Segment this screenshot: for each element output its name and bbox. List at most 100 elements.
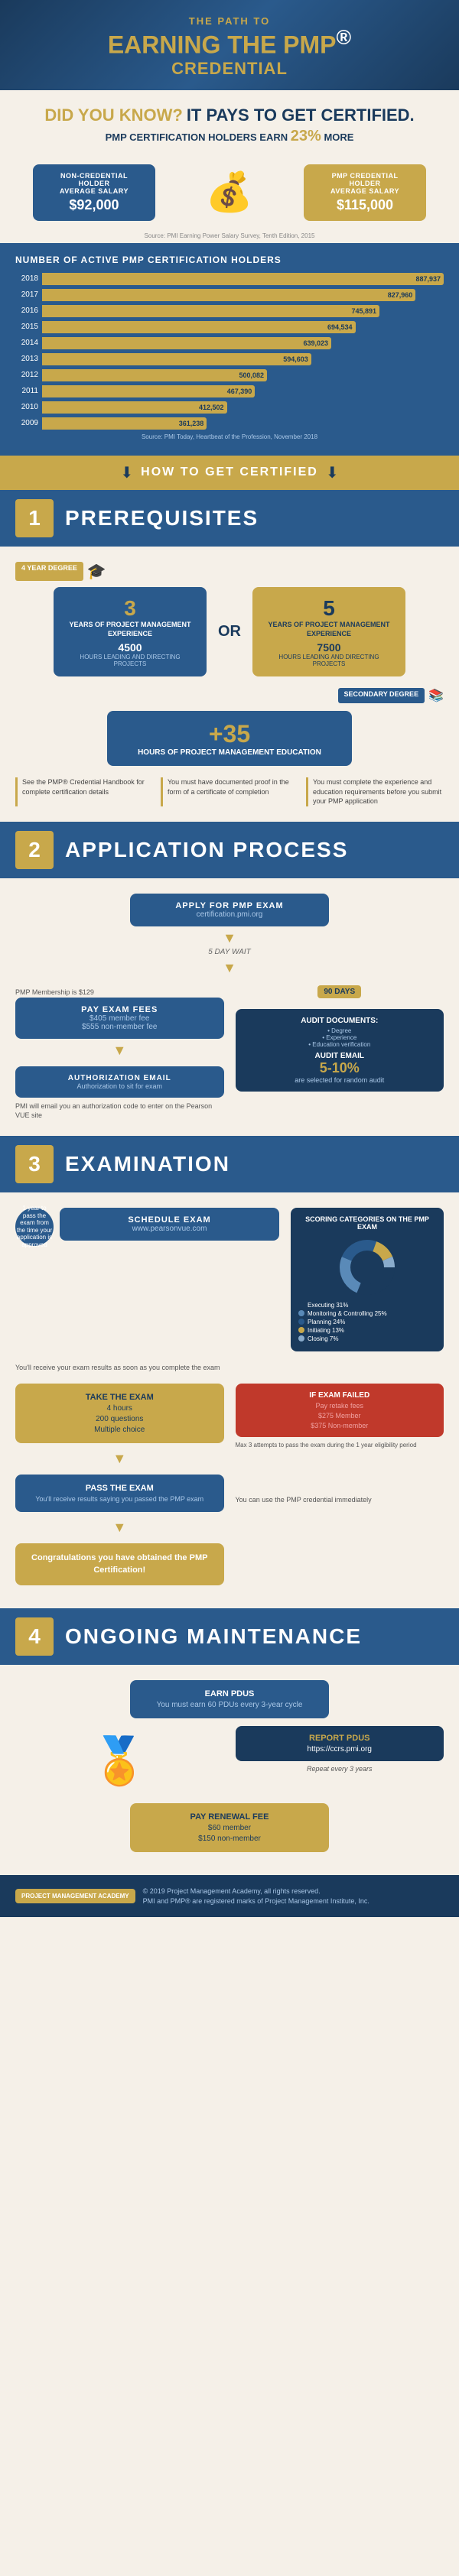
did-you-know-section: DID YOU KNOW? IT PAYS TO GET CERTIFIED. … bbox=[0, 90, 459, 153]
take-exam-detail2: 200 questions bbox=[24, 1415, 215, 1423]
prereq-notes: See the PMP® Credential Handbook for com… bbox=[15, 777, 444, 806]
prereq-note-2: You must have documented proof in the fo… bbox=[161, 777, 298, 806]
bar-value: 827,960 bbox=[388, 291, 413, 299]
secondary-box: 5 YEARS OF PROJECT MANAGEMENT EXPERIENCE… bbox=[252, 587, 405, 676]
maint-right: REPORT PDUs https://ccrs.pmi.org Repeat … bbox=[236, 1726, 444, 1773]
bar-value: 467,390 bbox=[227, 388, 252, 395]
congrats-box: Congratulations you have obtained the PM… bbox=[15, 1543, 224, 1585]
section2-header: 2 APPLICATION PROCESS bbox=[0, 822, 459, 878]
header-sup: ® bbox=[337, 26, 352, 49]
score-legend: Executing 31% Monitoring & Controlling 2… bbox=[298, 1302, 436, 1342]
secondary-label: YEARS OF PROJECT MANAGEMENT EXPERIENCE bbox=[262, 621, 396, 638]
donut-container bbox=[298, 1237, 436, 1298]
section3-num: 3 bbox=[15, 1145, 54, 1183]
flow-split: PMP Membership is $129 PAY EXAM FEES $40… bbox=[15, 984, 444, 1121]
pmp-credential-sublabel: AVERAGE SALARY bbox=[315, 187, 415, 195]
exam-top: 1 year to pass the exam from the time yo… bbox=[15, 1208, 444, 1351]
audit-docs-items: • Degree• Experience• Education verifica… bbox=[243, 1027, 437, 1048]
salary-source: Source: PMI Earning Power Salary Survey,… bbox=[0, 232, 459, 243]
bar-fill: 745,891 bbox=[42, 305, 379, 317]
or-divider: OR bbox=[214, 623, 245, 641]
secondary-degree-tag: SECONDARY DEGREE bbox=[338, 688, 425, 703]
legend-executing: Executing 31% bbox=[298, 1302, 436, 1309]
fail-title: IF EXAM FAILED bbox=[243, 1391, 437, 1400]
header-credential: CREDENTIAL bbox=[11, 59, 448, 79]
bar-row: 2015 694,534 bbox=[15, 321, 444, 333]
bar-fill: 694,534 bbox=[42, 321, 356, 333]
prereq-row: 3 YEARS OF PROJECT MANAGEMENT EXPERIENCE… bbox=[15, 587, 444, 676]
pass-box: PASS THE EXAM You'll receive results say… bbox=[15, 1475, 224, 1512]
bar-value: 361,238 bbox=[179, 420, 204, 427]
bar-year: 2017 bbox=[15, 290, 38, 299]
non-credential-box: NON-CREDENTIAL HOLDER AVERAGE SALARY $92… bbox=[33, 164, 155, 221]
take-exam-box: TAKE THE EXAM 4 hours 200 questions Mult… bbox=[15, 1384, 224, 1443]
audit-email-box: AUDIT DOCUMENTS: • Degree• Experience• E… bbox=[236, 1009, 444, 1092]
bar-value: 745,891 bbox=[351, 307, 376, 315]
how-header: ⬇ HOW TO GET CERTIFIED ⬇ bbox=[0, 456, 459, 490]
fail-box: IF EXAM FAILED Pay retake fees $275 Memb… bbox=[236, 1384, 444, 1437]
bar-value: 594,603 bbox=[283, 355, 308, 363]
bar-row: 2010 412,502 bbox=[15, 401, 444, 414]
bar-container: 361,238 bbox=[42, 417, 444, 430]
plus-hours: +35 bbox=[122, 720, 337, 748]
bar-year: 2015 bbox=[15, 323, 38, 331]
bar-container: 745,891 bbox=[42, 305, 444, 317]
dyk-sub: PMP CERTIFICATION HOLDERS EARN 23% MORE bbox=[15, 128, 444, 145]
bar-year: 2013 bbox=[15, 355, 38, 363]
bar-container: 694,534 bbox=[42, 321, 444, 333]
fail-detail2: $275 Member bbox=[243, 1412, 437, 1419]
bar-value: 500,082 bbox=[239, 371, 264, 379]
chart-section: NUMBER OF ACTIVE PMP CERTIFICATION HOLDE… bbox=[0, 243, 459, 456]
fail-detail3: $375 Non-member bbox=[243, 1422, 437, 1429]
section1-num: 1 bbox=[15, 499, 54, 537]
take-exam-title: TAKE THE EXAM bbox=[24, 1393, 215, 1402]
bar-row: 2012 500,082 bbox=[15, 369, 444, 381]
flow-right: 90 DAYS AUDIT DOCUMENTS: • Degree• Exper… bbox=[236, 984, 444, 1092]
schedule-title: SCHEDULE EXAM bbox=[71, 1215, 268, 1225]
bar-container: 887,937 bbox=[42, 273, 444, 285]
pass-detail: You'll receive results saying you passed… bbox=[24, 1495, 215, 1503]
secondary-years: 5 bbox=[262, 596, 396, 621]
bar-container: 639,023 bbox=[42, 337, 444, 349]
pmi-email-note: PMI will email you an authorization code… bbox=[15, 1101, 224, 1121]
bar-row: 2013 594,603 bbox=[15, 353, 444, 365]
exam-section: 1 year to pass the exam from the time yo… bbox=[0, 1192, 459, 1608]
schedule-row: 1 year to pass the exam from the time yo… bbox=[15, 1208, 279, 1246]
pmp-credential-box: PMP CREDENTIAL HOLDER AVERAGE SALARY $11… bbox=[304, 164, 426, 221]
header: THE PATH TO EARNING THE PMP® CREDENTIAL bbox=[0, 0, 459, 90]
pmp-membership-note: PMP Membership is $129 bbox=[15, 988, 224, 998]
header-earning: EARNING THE PMP bbox=[108, 31, 337, 59]
report-box: REPORT PDUs https://ccrs.pmi.org bbox=[236, 1726, 444, 1761]
fail-col: IF EXAM FAILED Pay retake fees $275 Memb… bbox=[236, 1376, 444, 1593]
down-arrow-right: ⬇ bbox=[326, 463, 339, 482]
repeat-note: Repeat every 3 years bbox=[236, 1765, 444, 1773]
pay-fees-title: PAY EXAM FEES bbox=[27, 1005, 213, 1014]
legend-initiating: Initiating 13% bbox=[298, 1327, 436, 1334]
bar-value: 412,502 bbox=[199, 404, 224, 411]
bar-year: 2012 bbox=[15, 371, 38, 379]
auth-email-box: AUTHORIZATION EMAIL Authorization to sit… bbox=[15, 1066, 224, 1098]
secondary-hours: 7500 HOURS LEADING AND DIRECTING PROJECT… bbox=[262, 641, 396, 667]
bar-fill: 827,960 bbox=[42, 289, 415, 301]
section4-num: 4 bbox=[15, 1617, 54, 1656]
bar-row: 2018 887,937 bbox=[15, 273, 444, 285]
score-title: SCORING CATEGORIES ON THE PMP EXAM bbox=[298, 1215, 436, 1231]
flow-down-pass: ▼ bbox=[15, 1520, 224, 1536]
pmp-credential-label: PMP CREDENTIAL HOLDER bbox=[315, 172, 415, 187]
audit-email-title: AUDIT EMAIL bbox=[243, 1052, 437, 1060]
report-title: REPORT PDUs bbox=[243, 1734, 437, 1743]
legend-planning: Planning 24% bbox=[298, 1319, 436, 1325]
audit-pct: 5-10% bbox=[243, 1060, 437, 1076]
exam-left: 1 year to pass the exam from the time yo… bbox=[15, 1208, 279, 1351]
renewal-fee2: $150 non-member bbox=[139, 1835, 320, 1843]
prereq-note-3: You must complete the experience and edu… bbox=[306, 777, 444, 806]
earn-pdu-detail: You must earn 60 PDUs every 3-year cycle bbox=[139, 1701, 320, 1709]
certificate-icon: 🏅 bbox=[91, 1734, 148, 1788]
maint-left: 🏅 bbox=[15, 1726, 224, 1796]
bar-fill: 500,082 bbox=[42, 369, 267, 381]
renewal-fee1: $60 member bbox=[139, 1824, 320, 1832]
take-exam-col: TAKE THE EXAM 4 hours 200 questions Mult… bbox=[15, 1376, 224, 1593]
flow-down-2: ▼ bbox=[15, 960, 444, 976]
bar-container: 412,502 bbox=[42, 401, 444, 414]
take-exam-detail3: Multiple choice bbox=[24, 1426, 215, 1434]
